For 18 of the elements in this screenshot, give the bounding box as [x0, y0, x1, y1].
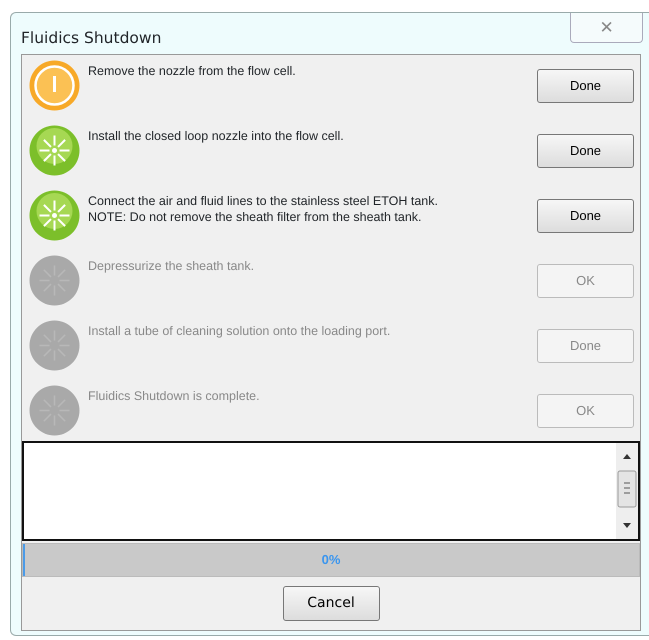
window-title: Fluidics Shutdown	[21, 28, 162, 49]
starburst-icon	[28, 254, 81, 307]
step-instruction: Fluidics Shutdown is complete.	[87, 388, 261, 404]
step-instruction: Install a tube of cleaning solution onto the loading port.	[87, 323, 392, 339]
starburst-icon	[28, 189, 81, 242]
step-instruction: Remove the nozzle from the flow cell.	[87, 63, 297, 79]
progress-reading: 0%	[322, 551, 340, 570]
step-button[interactable]: Done	[537, 69, 634, 103]
step-instruction: Depressurize the sheath tank.	[87, 258, 256, 274]
step-instruction: Connect the air and fluid lines to the stainless steel ETOH tank. NOTE: Do not remove the sheath filter from the sheath tank.	[87, 193, 439, 225]
cancel-button[interactable]: Cancel	[282, 586, 380, 621]
step-instruction: Install the closed loop nozzle into the flow cell.	[87, 128, 345, 144]
starburst-icon	[28, 384, 81, 437]
step-button[interactable]: Done	[537, 199, 634, 233]
step-button[interactable]: Done	[537, 134, 634, 168]
starburst-icon	[28, 124, 81, 177]
power-icon	[28, 59, 81, 112]
starburst-icon	[28, 319, 81, 372]
